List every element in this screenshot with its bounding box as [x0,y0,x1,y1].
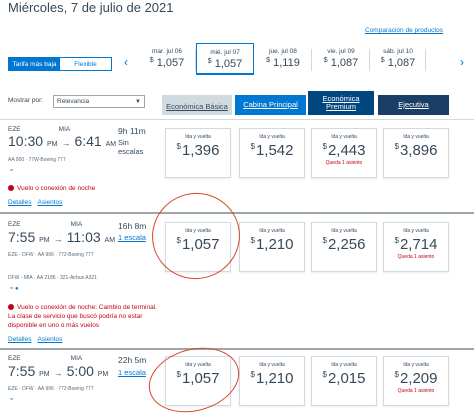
fare-card[interactable]: Ida y vuelta $3,896 [383,128,449,178]
fare-card[interactable]: Ida y vuelta $2,256 [311,222,377,272]
arrow-right-icon: → [53,234,63,244]
sort-value: Relevancia [57,98,90,105]
flight-stops-link[interactable]: 1 escala [118,233,146,242]
alert-icon [8,304,14,311]
divider [0,212,474,214]
date-tab-date: vie. jul 09 [327,48,355,55]
date-tab[interactable]: sáb. jul 10 $ 1,087 [370,43,426,75]
wifi-icon: ≈ [10,168,14,174]
divider [0,348,474,350]
fare-type-toggle: Tarifa más baja Flexible [8,57,112,71]
alert-icon [8,185,14,192]
details-link[interactable]: Detalles [8,199,31,206]
cabin-executive[interactable]: Ejecutiva [378,95,449,115]
fare-card[interactable]: Ida y vuelta $2,714 Queda 1 asiento [383,222,449,272]
details-link[interactable]: Detalles [8,336,31,343]
flight-route: DFW - MIA · AA 2186 · 321-Airbus A321 [8,275,97,281]
compare-products-link[interactable]: Comparación de productos [365,27,443,34]
fare-card[interactable]: Ida y vuelta $2,015 [311,356,377,406]
flight-airports: EZE MIA [8,221,83,228]
flight-duration: 22h 5m [118,355,147,365]
date-tab-date: mié. jul 07 [210,49,240,56]
cabin-basic-economy[interactable]: Económica Básica [162,95,232,115]
date-tab-date: sáb. jul 10 [383,48,413,55]
seats-link[interactable]: Asientos [37,336,62,343]
chevron-right-icon[interactable]: › [460,55,464,69]
flight-route: EZE - DFW · AA 996 · 772-Boeing 777 [8,386,94,392]
cabin-main[interactable]: Cabina Principal [235,95,306,115]
date-tab-price: $ 1,087 [380,57,416,69]
flight-stops: Sin escalas [118,138,144,156]
flight-duration: 16h 8m [118,221,147,231]
date-tab[interactable]: mar. jul 06 $ 1,057 [138,43,196,75]
wifi-icon: ≈ [10,397,14,403]
cabin-premium-economy[interactable]: Económica Premium [308,91,374,115]
seats-link[interactable]: Asientos [37,199,62,206]
date-tab[interactable]: jue. jul 08 $ 1,119 [254,43,312,75]
flight-notice: Vuelo o conexión de noche; Cambio de ter… [8,304,157,329]
fare-card[interactable]: Ida y vuelta $2,443 Queda 1 asiento [311,128,377,178]
flight-links: Detalles Asientos [8,336,68,343]
date-tab-date: mar. jul 06 [152,48,182,55]
flight-links: Detalles Asientos [8,199,68,206]
sort-select[interactable]: Relevancia ▼ [53,95,145,108]
flight-airports: EZE MIA [8,126,71,133]
flight-stops-link[interactable]: 1 escala [118,368,146,377]
fare-card[interactable]: Ida y vuelta $1,396 [165,128,231,178]
date-tab-selected[interactable]: mié. jul 07 $ 1,057 [196,43,254,75]
date-tab-price: $ 1,087 [323,57,359,69]
flight-route: EZE - DFW · AA 996 · 772-Boeing 777 [8,252,94,258]
chevron-left-icon[interactable]: ‹ [124,55,128,69]
date-tab[interactable]: vie. jul 09 $ 1,087 [312,43,370,75]
flight-duration: 9h 11m [118,126,146,136]
page-title: Miércoles, 7 de julio de 2021 [8,0,174,15]
fare-card[interactable]: Ida y vuelta $1,542 [239,128,305,178]
flight-times: 10:30 PM → 6:41 AM [8,133,117,149]
date-tab-price: $ 1,119 [266,57,300,69]
flight-route: AA 900 · 77W-Boeing 777 [8,157,66,163]
date-tab-price: $ 1,057 [207,58,243,70]
lowest-fare-option[interactable]: Tarifa más baja [9,58,60,70]
date-tab-price: $ 1,057 [149,57,185,69]
divider [0,119,474,120]
flight-airports: EZE MIA [8,355,83,362]
arrow-right-icon: → [53,368,63,378]
wifi-icon: ≈ ● [10,286,19,292]
arrow-right-icon: → [61,138,71,148]
chevron-down-icon: ▼ [135,99,141,105]
sort-label: Mostrar por: [8,97,44,104]
date-tab-date: jue. jul 08 [269,48,297,55]
flexible-fare-option[interactable]: Flexible [60,58,111,70]
date-carousel: mar. jul 06 $ 1,057 mié. jul 07 $ 1,057 … [138,43,426,75]
annotation-circle [142,183,250,289]
flight-notice: Vuelo o conexión de noche [8,184,158,193]
fare-card[interactable]: Ida y vuelta $1,210 [239,222,305,272]
fare-card[interactable]: Ida y vuelta $2,209 Queda 1 asiento [383,356,449,406]
fare-card[interactable]: Ida y vuelta $1,210 [239,356,305,406]
flight-times: 7:55 PM → 5:00 PM [8,363,109,379]
flight-times: 7:55 PM → 11:03 AM [8,229,116,245]
